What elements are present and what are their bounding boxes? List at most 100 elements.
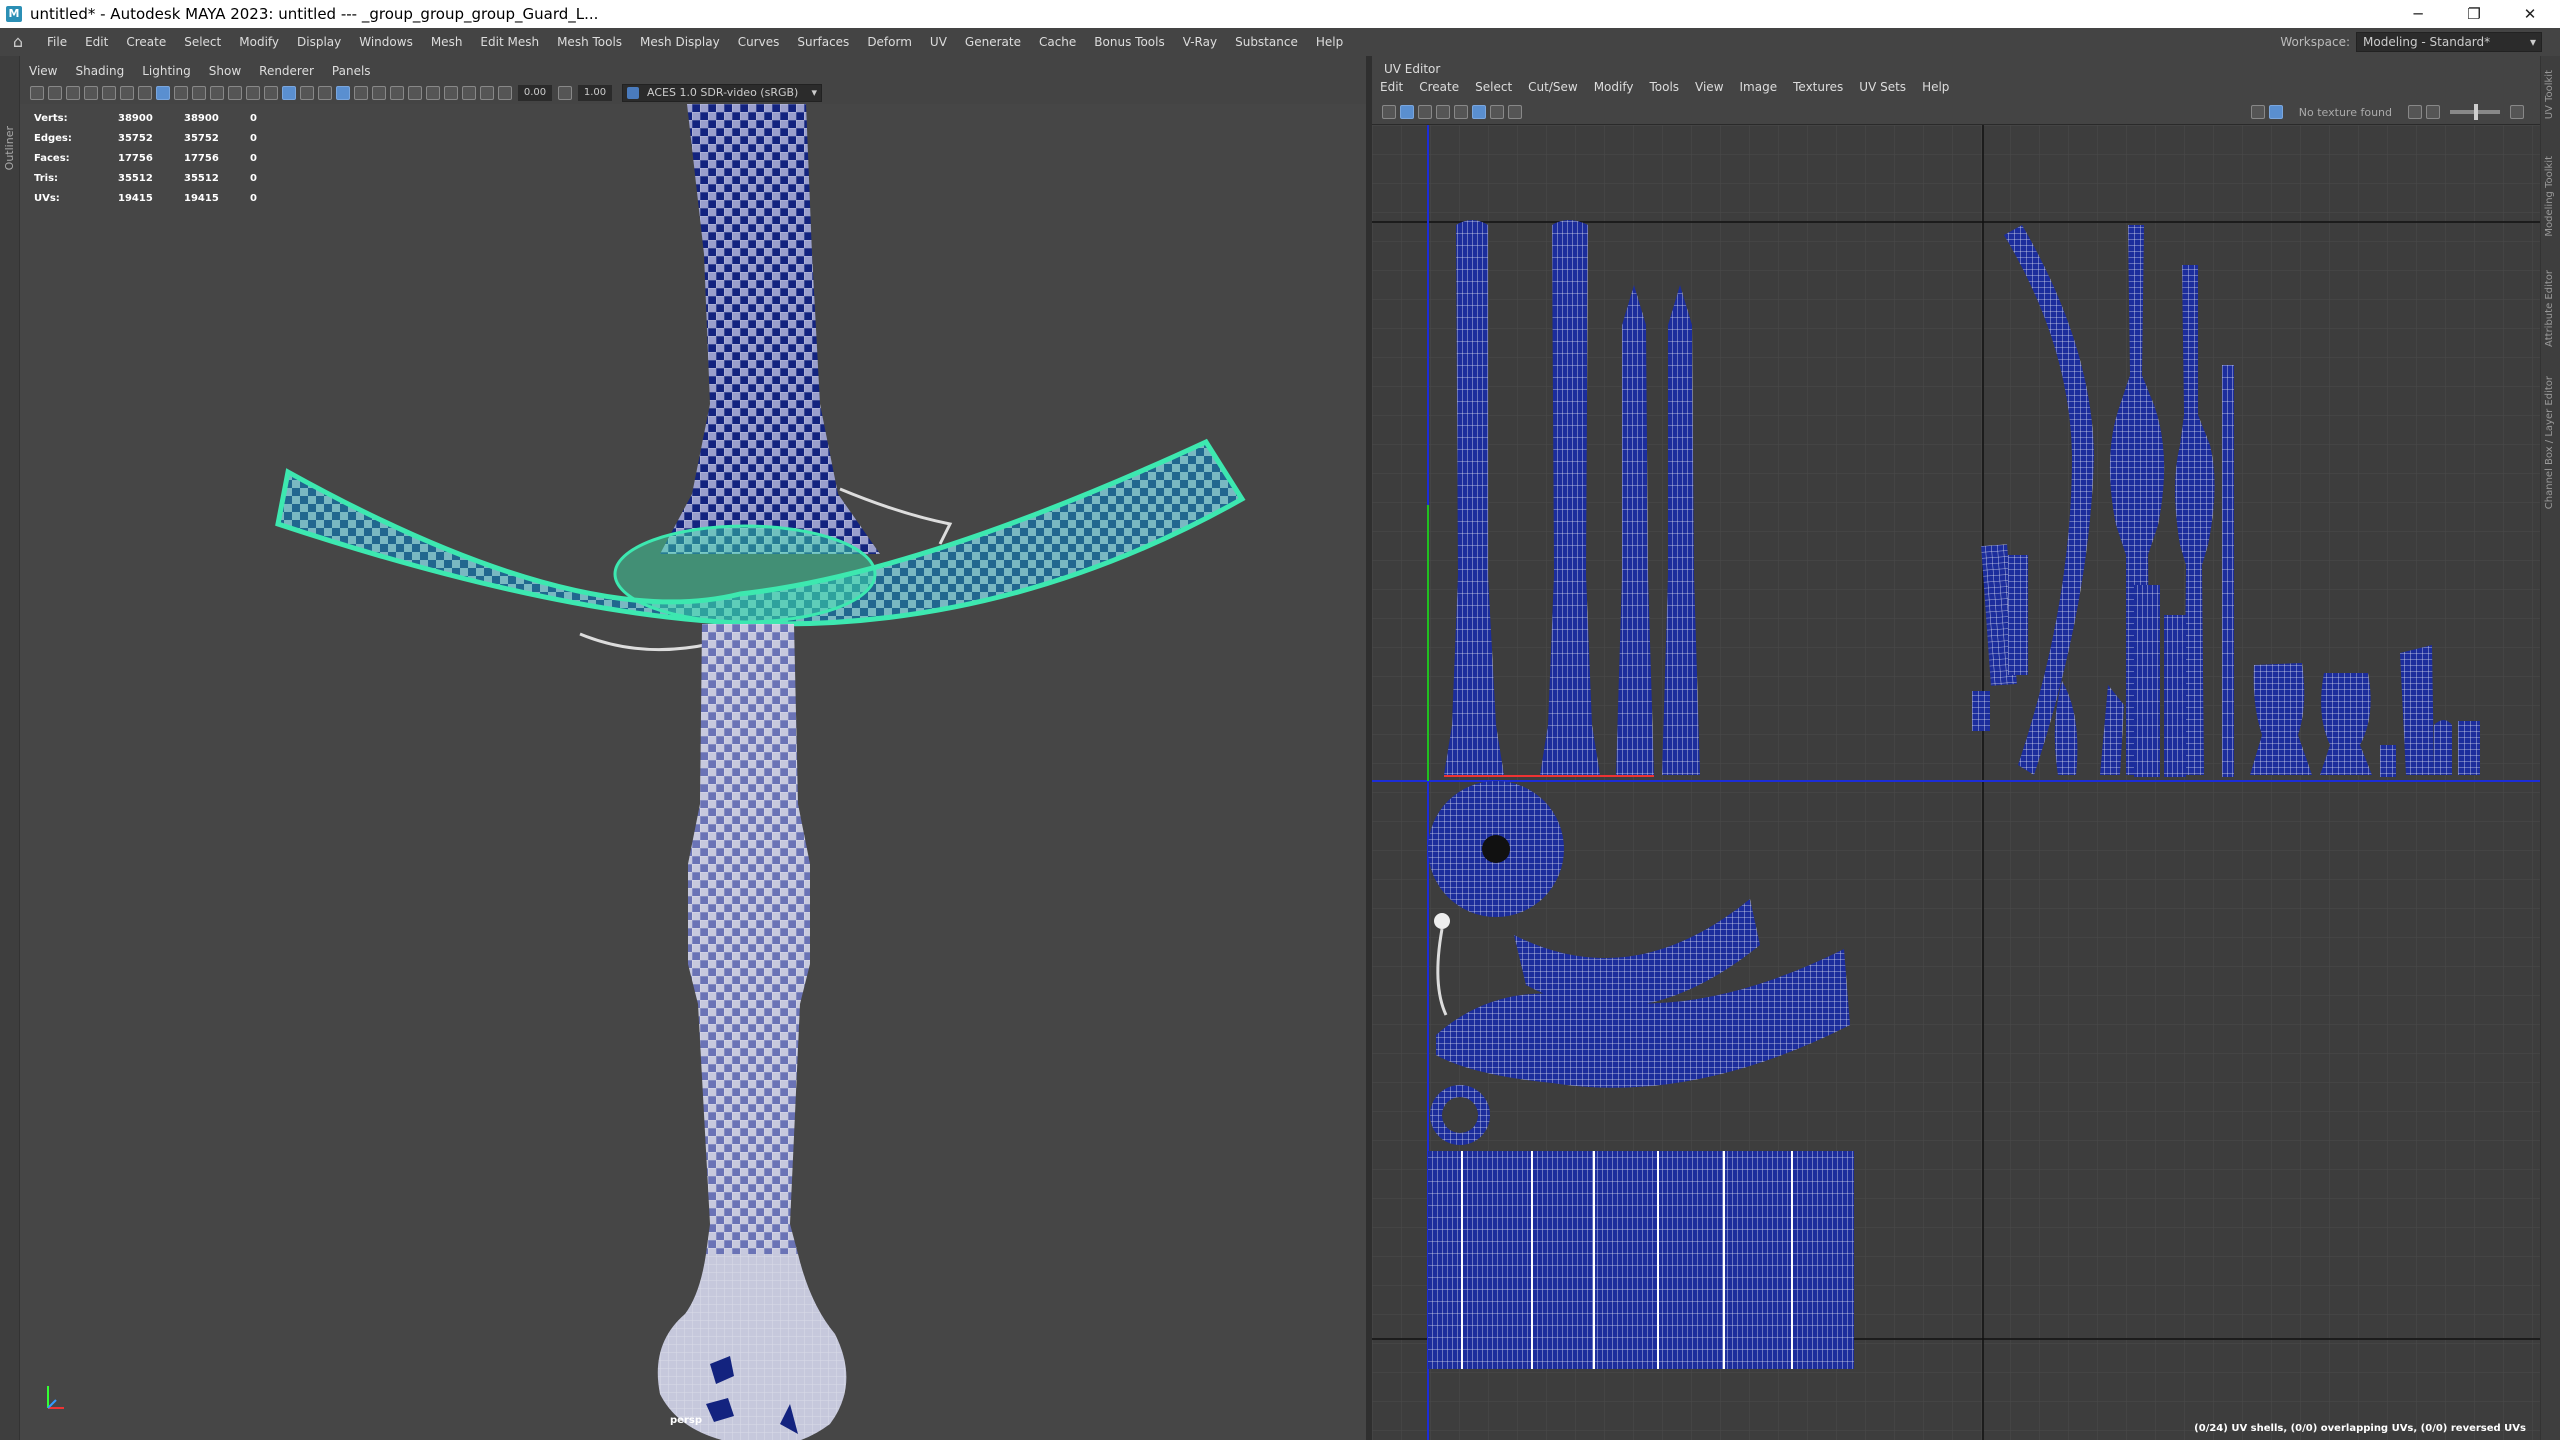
vp-menu-panels[interactable]: Panels	[323, 64, 380, 78]
menu-uv[interactable]: UV	[921, 35, 956, 49]
menu-mesh-tools[interactable]: Mesh Tools	[548, 35, 631, 49]
shaded-uv-icon[interactable]	[1400, 105, 1414, 119]
tab-attribute-editor[interactable]: Attribute Editor	[2544, 270, 2555, 347]
menu-surfaces[interactable]: Surfaces	[788, 35, 858, 49]
uv-menu-help[interactable]: Help	[1914, 80, 1957, 94]
camera-lock-icon[interactable]	[48, 86, 62, 100]
menu-cache[interactable]: Cache	[1030, 35, 1085, 49]
bookmark-icon[interactable]	[66, 86, 80, 100]
vp-menu-shading[interactable]: Shading	[66, 64, 133, 78]
menu-create[interactable]: Create	[117, 35, 175, 49]
checker-display-icon[interactable]	[2268, 105, 2283, 119]
safe-action-icon[interactable]	[228, 86, 242, 100]
uv-shell-pommel-2[interactable]	[2320, 673, 2372, 775]
color-space-dropdown[interactable]: ACES 1.0 SDR-video (sRGB) ▾	[622, 84, 822, 102]
minimize-button[interactable]: ─	[2394, 0, 2442, 28]
uv-menu-tools[interactable]: Tools	[1641, 80, 1687, 94]
uv-shell-dot[interactable]	[1434, 913, 1450, 929]
uv-shell-tiny[interactable]	[1972, 691, 1990, 731]
tab-uv-toolkit[interactable]: UV Toolkit	[2544, 70, 2555, 119]
xray-joints-icon[interactable]	[480, 86, 494, 100]
image-icon[interactable]	[1508, 105, 1522, 119]
uv-shell-grip-4[interactable]	[2164, 615, 2186, 777]
uv-canvas[interactable]: (0/24) UV shells, (0/0) overlapping UVs,…	[1372, 124, 2540, 1440]
exposure-toggle-icon[interactable]	[2426, 105, 2440, 119]
home-icon[interactable]: ⌂	[8, 32, 28, 52]
uv-shell-pommel-3[interactable]	[2400, 645, 2434, 775]
menu-generate[interactable]: Generate	[956, 35, 1030, 49]
image-display-icon[interactable]	[2250, 105, 2265, 119]
resolution-gate-icon[interactable]	[174, 86, 188, 100]
menu-help[interactable]: Help	[1307, 35, 1352, 49]
sword-model-view[interactable]	[20, 104, 1366, 1440]
distortion-icon[interactable]	[1436, 105, 1450, 119]
checker-icon[interactable]	[1472, 105, 1486, 119]
menu-substance[interactable]: Substance	[1226, 35, 1307, 49]
uv-menu-cut-sew[interactable]: Cut/Sew	[1520, 80, 1586, 94]
uv-shell-grip-wrap[interactable]	[1428, 1151, 1854, 1369]
exposure-icon[interactable]	[498, 86, 512, 100]
uv-shell-strip-1[interactable]	[2222, 365, 2234, 777]
vp-menu-renderer[interactable]: Renderer	[250, 64, 323, 78]
lights-icon[interactable]	[354, 86, 368, 100]
menu-mesh-display[interactable]: Mesh Display	[631, 35, 729, 49]
menu-select[interactable]: Select	[175, 35, 230, 49]
menu-bonus-tools[interactable]: Bonus Tools	[1085, 35, 1173, 49]
textured-icon[interactable]	[336, 86, 350, 100]
motion-blur-icon[interactable]	[408, 86, 422, 100]
menu-edit-mesh[interactable]: Edit Mesh	[471, 35, 548, 49]
safe-title-icon[interactable]	[246, 86, 260, 100]
xray-icon[interactable]	[318, 86, 332, 100]
outliner-tab[interactable]: Outliner	[3, 126, 16, 170]
filter-icon[interactable]	[1490, 105, 1504, 119]
grip-mesh[interactable]	[688, 624, 810, 1254]
tab-modeling-toolkit[interactable]: Modeling Toolkit	[2544, 156, 2555, 237]
tab-channel-box-layer-editor[interactable]: Channel Box / Layer Editor	[2544, 376, 2555, 509]
close-button[interactable]: ✕	[2506, 0, 2554, 28]
uv-shell-ring-small[interactable]	[1430, 1085, 1490, 1145]
ambient-occlusion-icon[interactable]	[390, 86, 404, 100]
refresh-icon[interactable]	[2408, 105, 2422, 119]
uv-shell-pommel-disc[interactable]	[1428, 781, 1564, 917]
uv-menu-select[interactable]: Select	[1467, 80, 1520, 94]
uv-menu-textures[interactable]: Textures	[1785, 80, 1851, 94]
menu-modify[interactable]: Modify	[230, 35, 288, 49]
menu-display[interactable]: Display	[288, 35, 350, 49]
uv-menu-create[interactable]: Create	[1411, 80, 1467, 94]
gamma-field[interactable]: 1.00	[578, 85, 612, 101]
pommel-mesh[interactable]	[657, 1254, 847, 1440]
camera-attributes-icon[interactable]	[102, 86, 116, 100]
wireframe-on-shaded-icon[interactable]	[300, 86, 314, 100]
menu-file[interactable]: File	[38, 35, 76, 49]
uv-menu-image[interactable]: Image	[1732, 80, 1786, 94]
menu-deform[interactable]: Deform	[858, 35, 921, 49]
uv-menu-uv-sets[interactable]: UV Sets	[1851, 80, 1914, 94]
menu-windows[interactable]: Windows	[350, 35, 422, 49]
vp-menu-show[interactable]: Show	[200, 64, 250, 78]
restore-button[interactable]: ❐	[2450, 0, 2498, 28]
texture-borders-icon[interactable]	[1418, 105, 1432, 119]
menu-edit[interactable]: Edit	[76, 35, 117, 49]
wireframe-icon[interactable]	[264, 86, 278, 100]
uv-layout[interactable]	[1372, 125, 2540, 1440]
image-plane-icon[interactable]	[84, 86, 98, 100]
isolate-select-icon[interactable]	[462, 86, 476, 100]
blade-mesh[interactable]	[660, 104, 880, 554]
uv-menu-modify[interactable]: Modify	[1586, 80, 1642, 94]
expand-icon[interactable]	[2510, 105, 2524, 119]
workspace-dropdown[interactable]: Modeling - Standard* ▾	[2356, 32, 2542, 52]
smooth-shade-icon[interactable]	[282, 86, 296, 100]
uv-display-icon[interactable]	[1382, 105, 1396, 119]
field-chart-icon[interactable]	[210, 86, 224, 100]
grease-pencil-icon[interactable]	[120, 86, 134, 100]
3d-viewport[interactable]: Verts: 38900 38900 0 Edges: 35752 35752 …	[20, 104, 1366, 1440]
uv-menu-edit[interactable]: Edit	[1372, 80, 1411, 94]
uv-shell-grip-3[interactable]	[2134, 585, 2160, 777]
menu-vray[interactable]: V-Ray	[1174, 35, 1226, 49]
grid-icon[interactable]	[138, 86, 152, 100]
exposure-field[interactable]: 0.00	[518, 85, 552, 101]
uv-shell-cap[interactable]	[2380, 745, 2396, 777]
vp-menu-lighting[interactable]: Lighting	[133, 64, 200, 78]
camera-select-icon[interactable]	[30, 86, 44, 100]
brightness-slider[interactable]	[2450, 104, 2500, 120]
